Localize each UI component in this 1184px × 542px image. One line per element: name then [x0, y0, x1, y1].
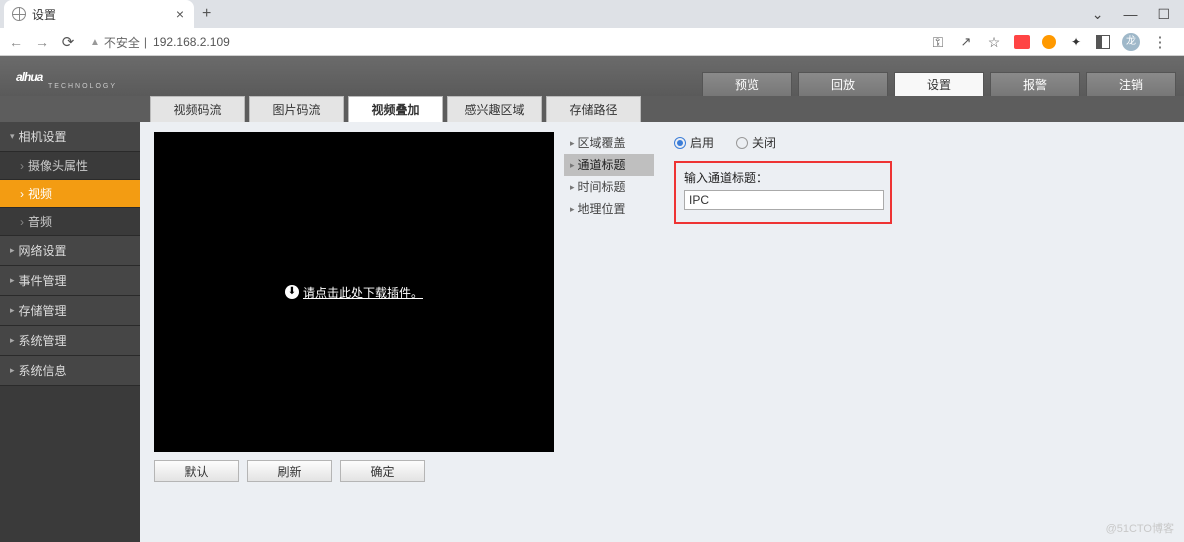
highlighted-input-area: 输入通道标题： [674, 161, 892, 224]
window-controls: ⌄ — ☐ [1092, 6, 1184, 23]
brand-logo: alhuaTECHNOLOGY [0, 61, 129, 96]
sub-tabs: 视频码流 图片码流 视频叠加 感兴趣区域 存储路径 [0, 96, 1184, 122]
tab-roi[interactable]: 感兴趣区域 [447, 96, 542, 122]
main-content: 请点击此处下载插件。 默认 刷新 确定 区域覆盖 通道标题 时间标题 地理位置 … [140, 122, 1184, 542]
window-minimize-icon[interactable]: — [1123, 6, 1137, 23]
radio-off-icon [736, 137, 748, 149]
tab-storage-path[interactable]: 存储路径 [546, 96, 641, 122]
extension-red-icon[interactable] [1014, 35, 1030, 49]
preview-column: 请点击此处下载插件。 默认 刷新 确定 [154, 132, 554, 532]
sidebar-group-camera[interactable]: 相机设置 [0, 122, 140, 152]
form-panel: 启用 关闭 输入通道标题： [664, 132, 1170, 532]
nav-settings[interactable]: 设置 [894, 72, 984, 96]
tab-title: 设置 [32, 6, 170, 23]
radio-disable[interactable]: 关闭 [736, 134, 776, 151]
overlay-category-list: 区域覆盖 通道标题 时间标题 地理位置 [564, 132, 654, 532]
nav-preview[interactable]: 预览 [702, 72, 792, 96]
app-header: alhuaTECHNOLOGY 预览 回放 设置 报警 注销 [0, 56, 1184, 96]
nav-back-icon[interactable]: ← [6, 34, 26, 50]
top-nav: 预览 回放 设置 报警 注销 [702, 72, 1184, 96]
browser-tab[interactable]: 设置 × [4, 0, 194, 28]
overlay-item-geo[interactable]: 地理位置 [564, 198, 654, 220]
tab-video-overlay[interactable]: 视频叠加 [348, 96, 443, 122]
channel-title-input[interactable] [684, 190, 884, 210]
enable-radio-group: 启用 关闭 [674, 134, 1160, 151]
tab-picture-stream[interactable]: 图片码流 [249, 96, 344, 122]
sidebar-group-sysinfo[interactable]: 系统信息 [0, 356, 140, 386]
extension-orange-icon[interactable] [1042, 35, 1056, 49]
share-icon[interactable] [958, 34, 974, 50]
side-panel-icon[interactable] [1096, 35, 1110, 49]
toolbar-right-icons: 龙 [930, 33, 1178, 51]
window-maximize-icon[interactable]: ☐ [1157, 6, 1170, 23]
download-plugin-link[interactable]: 请点击此处下载插件。 [285, 284, 423, 301]
radio-enable[interactable]: 启用 [674, 134, 714, 151]
overlay-item-time-title[interactable]: 时间标题 [564, 176, 654, 198]
profile-avatar[interactable]: 龙 [1122, 33, 1140, 51]
sidebar: 相机设置 摄像头属性 视频 音频 网络设置 事件管理 存储管理 系统管理 系统信… [0, 122, 140, 542]
new-tab-button[interactable]: + [202, 5, 211, 23]
default-button[interactable]: 默认 [154, 460, 239, 482]
nav-logout[interactable]: 注销 [1086, 72, 1176, 96]
browser-chrome: 设置 × + ⌄ — ☐ ← → ⟳ 不安全 | 192.168.2.109 龙 [0, 0, 1184, 56]
sidebar-item-video[interactable]: 视频 [0, 180, 140, 208]
nav-forward-icon[interactable]: → [32, 34, 52, 50]
key-icon[interactable] [930, 34, 946, 50]
sidebar-group-network[interactable]: 网络设置 [0, 236, 140, 266]
window-chevron-icon[interactable]: ⌄ [1092, 6, 1104, 23]
nav-reload-icon[interactable]: ⟳ [58, 33, 78, 51]
page-body: 相机设置 摄像头属性 视频 音频 网络设置 事件管理 存储管理 系统管理 系统信… [0, 122, 1184, 542]
address-bar: ← → ⟳ 不安全 | 192.168.2.109 龙 [0, 28, 1184, 56]
tab-video-stream[interactable]: 视频码流 [150, 96, 245, 122]
sidebar-item-audio[interactable]: 音频 [0, 208, 140, 236]
overlay-item-region[interactable]: 区域覆盖 [564, 132, 654, 154]
preview-buttons: 默认 刷新 确定 [154, 460, 554, 482]
sidebar-group-event[interactable]: 事件管理 [0, 266, 140, 296]
url-box[interactable]: 不安全 | 192.168.2.109 [84, 34, 924, 51]
overflow-menu-icon[interactable] [1152, 34, 1168, 50]
nav-playback[interactable]: 回放 [798, 72, 888, 96]
url-text: 192.168.2.109 [153, 35, 230, 49]
watermark: @51CTO博客 [1106, 520, 1174, 536]
sidebar-group-system[interactable]: 系统管理 [0, 326, 140, 356]
close-tab-icon[interactable]: × [176, 6, 184, 22]
video-preview: 请点击此处下载插件。 [154, 132, 554, 452]
confirm-button[interactable]: 确定 [340, 460, 425, 482]
insecure-badge: 不安全 | [90, 34, 147, 51]
channel-title-label: 输入通道标题： [684, 169, 882, 186]
overlay-item-channel-title[interactable]: 通道标题 [564, 154, 654, 176]
refresh-button[interactable]: 刷新 [247, 460, 332, 482]
sidebar-item-camera-props[interactable]: 摄像头属性 [0, 152, 140, 180]
nav-alarm[interactable]: 报警 [990, 72, 1080, 96]
tab-bar: 设置 × + ⌄ — ☐ [0, 0, 1184, 28]
sidebar-group-storage[interactable]: 存储管理 [0, 296, 140, 326]
globe-icon [12, 7, 26, 21]
extensions-icon[interactable] [1068, 34, 1084, 50]
radio-on-icon [674, 137, 686, 149]
bookmark-star-icon[interactable] [986, 34, 1002, 50]
